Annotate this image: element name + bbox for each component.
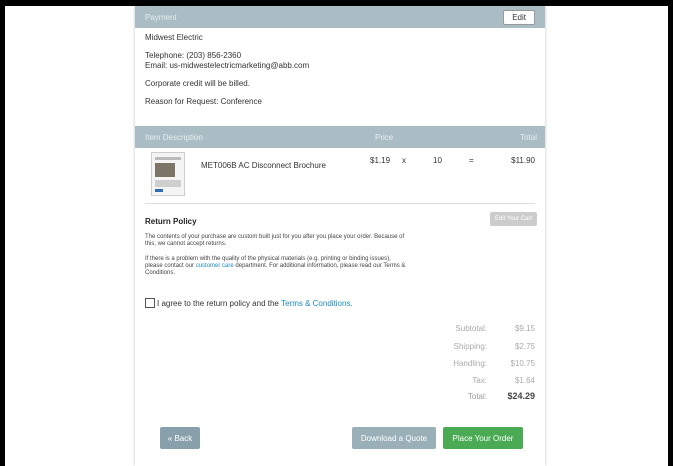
return-policy-title: Return Policy [145, 217, 197, 226]
tax-label: Tax: [472, 376, 487, 385]
email: Email: us-midwestelectricmarketing@abb.c… [145, 61, 310, 70]
agree-text: I agree to the return policy and the [157, 298, 279, 308]
item-equals: = [469, 156, 474, 165]
request-reason: Reason for Request: Conference [145, 97, 262, 106]
subtotal-value: $9.15 [514, 324, 535, 333]
item-name: MET006B AC Disconnect Brochure [201, 161, 326, 170]
col-total: Total [520, 133, 537, 142]
product-thumbnail [151, 152, 185, 196]
total-label: Total: [467, 392, 487, 401]
contact-info: Telephone: (203) 856-2360 Email: us-midwe… [145, 51, 535, 71]
edit-payment-button[interactable]: Edit [503, 9, 535, 25]
item-times: x [402, 156, 406, 165]
handling-label: Handling: [453, 359, 487, 368]
return-policy-contact: If there is a problem with the quality o… [145, 256, 407, 277]
handling-value: $10.75 [510, 359, 535, 368]
items-header: Item Description Price Total [135, 126, 545, 148]
table-row: MET006B AC Disconnect Brochure $1.19 x 1… [145, 147, 535, 204]
shipping-label: Shipping: [453, 342, 487, 351]
payment-header: Payment Edit [135, 6, 545, 28]
payment-title: Payment [145, 12, 177, 22]
edit-cart-button[interactable]: Edit Your Cart [489, 212, 537, 226]
page-frame: Payment Edit Midwest Electric Telephone:… [5, 6, 668, 466]
download-quote-button[interactable]: Download a Quote [352, 427, 436, 449]
agree-checkbox[interactable] [145, 298, 155, 308]
item-price: $1.19 [370, 156, 391, 165]
item-qty: 10 [433, 156, 442, 165]
agreement-row: I agree to the return policy and the Ter… [145, 298, 353, 308]
company-name: Midwest Electric [145, 33, 203, 42]
back-button[interactable]: « Back [160, 427, 200, 449]
terms-link[interactable]: Terms & Conditions. [281, 299, 353, 308]
place-order-button[interactable]: Place Your Order [443, 427, 523, 449]
col-description: Item Description [145, 133, 203, 142]
col-price: Price [375, 133, 394, 142]
item-total: $11.90 [511, 156, 535, 165]
return-policy-text: The contents of your purchase are custom… [145, 234, 405, 247]
tax-value: $1.64 [514, 376, 535, 385]
payment-details: Midwest Electric Telephone: (203) 856-23… [135, 28, 545, 107]
total-value: $24.29 [507, 391, 535, 401]
customer-care-link[interactable]: customer care [196, 263, 234, 269]
shipping-value: $2.75 [514, 342, 535, 351]
checkout-card: Payment Edit Midwest Electric Telephone:… [135, 6, 545, 466]
billing-note: Corporate credit will be billed. [145, 79, 250, 88]
subtotal-label: Subtotal: [455, 324, 487, 333]
telephone: Telephone: (203) 856-2360 [145, 51, 242, 60]
